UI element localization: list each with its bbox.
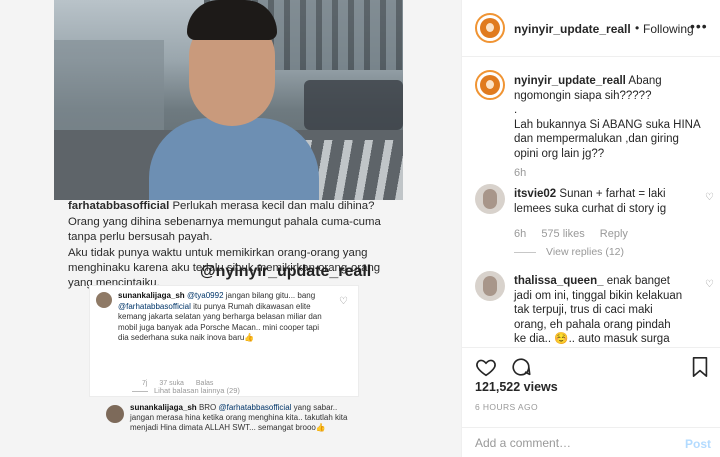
view-replies-button[interactable]: View replies (12) [514,246,624,258]
embedded-reply-avatar [106,405,124,423]
post-panel: nyinyir_update_reall • Following ••• nyi… [461,0,720,457]
comment-avatar[interactable] [475,271,505,301]
embedded-text-1: jangan bilang gitu... bang [225,291,316,300]
comment-avatar[interactable] [475,184,505,214]
add-comment-bar: Post [462,427,720,457]
image-caption-line-1: Perlukah merasa kecil dan malu dihina? [172,200,375,212]
like-heart-icon[interactable] [475,356,497,378]
person-hair [187,0,277,40]
post-header: nyinyir_update_reall • Following ••• [462,0,720,57]
embedded-comment-user: sunankalijaga_sh [118,291,185,300]
comment-username[interactable]: itsvie02 [514,188,556,200]
embedded-reply-text: sunankalijaga_sh BRO @farhatabbasofficia… [130,403,362,433]
image-caption-user: farhatabbasofficial [68,200,170,212]
following-button[interactable]: Following [643,22,694,36]
caption-line-2: . [514,104,518,116]
header-separator: • [635,21,640,35]
embedded-comment-text: sunankalijaga_sh @tya0992 jangan bilang … [118,291,330,344]
embedded-heart-icon: ♡ [339,296,348,307]
comment-likes[interactable]: 575 likes [541,228,584,240]
embedded-reply-mention: @farhatabbasofficial [218,403,292,412]
comment-reply-button[interactable]: Reply [600,228,628,240]
caption-text: nyinyir_update_reall Abang ngomongin sia… [514,74,704,161]
like-comment-heart-icon[interactable]: ♡ [705,192,714,203]
caption-time[interactable]: 6h [514,167,526,179]
embedded-reply-user: sunankalijaga_sh [130,403,197,412]
comment-text: itsvie02 Sunan + farhat = laki lemees su… [514,187,684,216]
caption-username[interactable]: nyinyir_update_reall [514,75,626,87]
header-username[interactable]: nyinyir_update_reall [514,22,631,36]
comment-username[interactable]: thalissa_queen_ [514,275,603,287]
view-count[interactable]: 121,522 views [475,380,558,394]
embedded-mention-1: @tya0992 [186,291,224,300]
like-comment-heart-icon[interactable]: ♡ [705,279,714,290]
photo-person [149,0,319,200]
caption-line-3: Lah bukannya Si ABANG suka HINA dan memp… [514,118,701,160]
comment-bubble-icon[interactable] [510,356,532,378]
person-shirt [149,118,319,200]
embedded-reply-text-1: BRO [198,403,217,412]
add-comment-input[interactable] [475,434,675,452]
post-photo [54,0,403,200]
bookmark-icon[interactable] [690,356,710,378]
image-watermark: @nyinyir_update_reall [200,263,372,280]
embedded-comment-avatar [96,292,112,308]
embedded-more-replies: Lihat balasan lainnya (29) [132,386,240,395]
post-time-ago[interactable]: 6 HOURS AGO [475,402,538,412]
photo-building [54,40,164,130]
comment-time[interactable]: 6h [514,228,526,240]
post-actions: 121,522 views 6 HOURS AGO [462,347,720,427]
image-caption-line-2: Orang yang dihina sebenarnya memungut pa… [68,216,381,243]
comment-meta: 6h 575 likes Reply [514,228,640,240]
more-options-icon[interactable]: ••• [690,18,708,34]
embedded-comment: sunankalijaga_sh @tya0992 jangan bilang … [89,285,359,397]
embedded-mention-2: @farhatabbasofficial [118,301,191,311]
post-media[interactable]: farhatabbasofficial Perlukah merasa keci… [0,0,461,457]
comments-list[interactable]: nyinyir_update_reall Abang ngomongin sia… [462,57,720,347]
caption-avatar[interactable] [475,70,505,100]
header-avatar[interactable] [475,13,505,43]
post-comment-button[interactable]: Post [685,437,711,451]
comment-text: thalissa_queen_ enak banget jadi om ini,… [514,274,684,347]
